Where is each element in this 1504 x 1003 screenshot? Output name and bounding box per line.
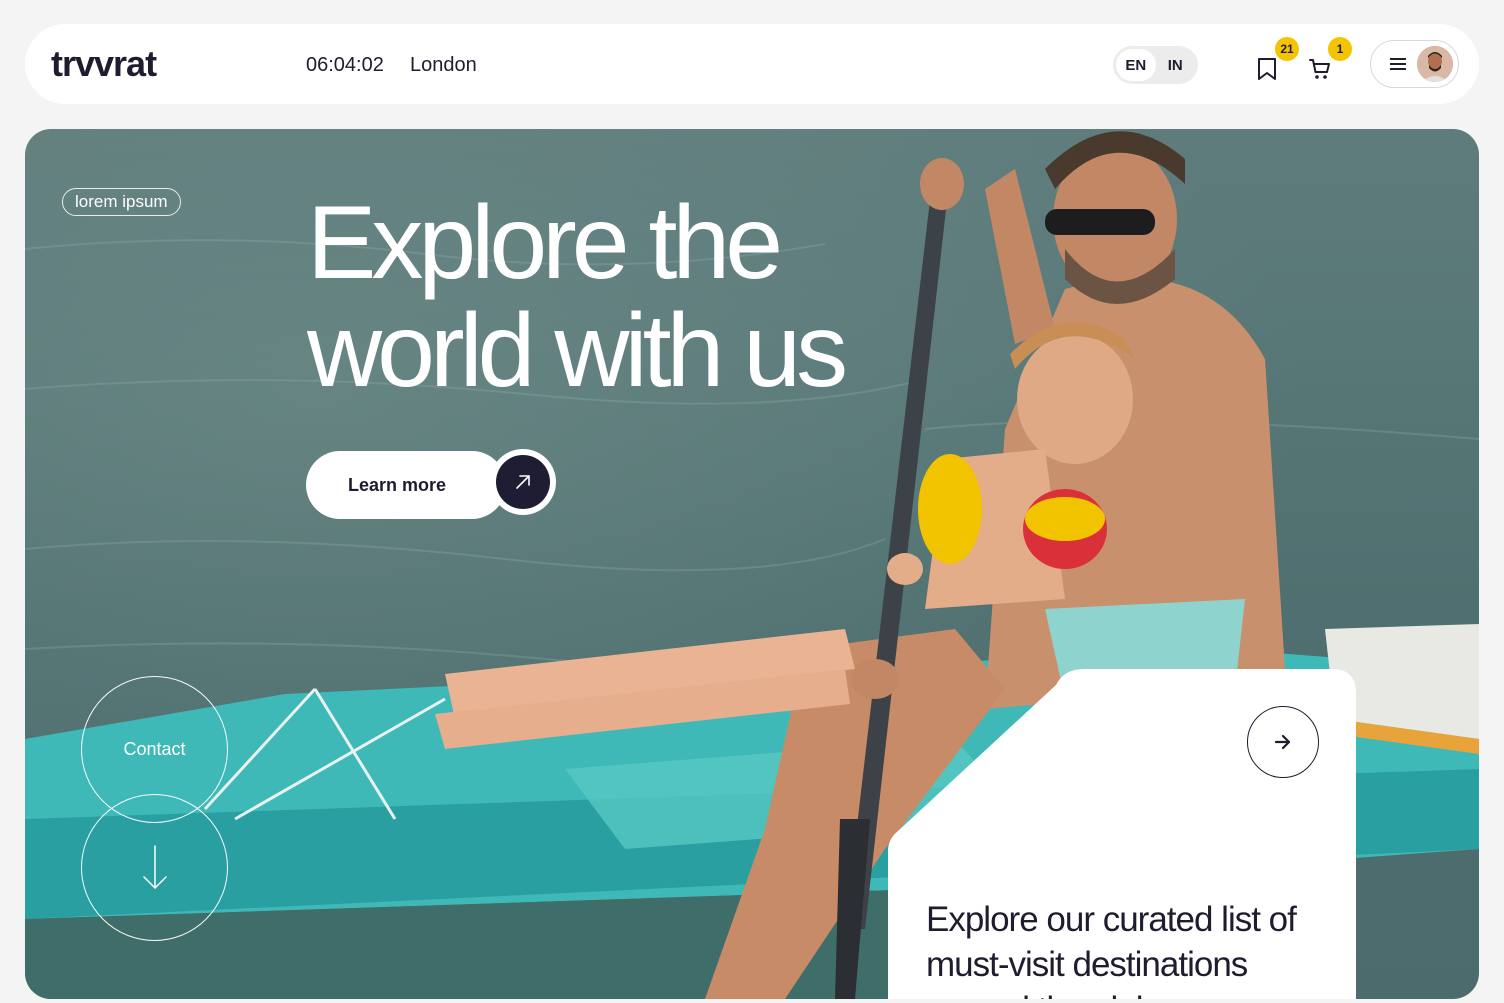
hero-section: lorem ipsum Explore the world with us Le… bbox=[25, 129, 1479, 999]
destinations-card-text: Explore our curated list of must-visit d… bbox=[926, 900, 1297, 999]
local-time: 06:04:02 bbox=[306, 54, 384, 76]
scroll-down-button[interactable] bbox=[81, 794, 228, 941]
hero-headline: Explore the world with us bbox=[307, 185, 848, 409]
location-city[interactable]: London bbox=[410, 53, 477, 77]
user-avatar[interactable] bbox=[1417, 46, 1453, 82]
saved-button[interactable]: 21 bbox=[1247, 37, 1299, 89]
destinations-arrow-button[interactable] bbox=[1247, 706, 1319, 778]
cart-button[interactable]: 1 bbox=[1300, 37, 1352, 89]
menu-button[interactable] bbox=[1370, 40, 1459, 88]
learn-more-button[interactable]: Learn more bbox=[306, 449, 556, 519]
language-option-in[interactable]: IN bbox=[1156, 49, 1196, 81]
arrow-down-icon bbox=[142, 844, 167, 889]
cart-count-badge: 1 bbox=[1328, 37, 1352, 61]
language-switcher: EN IN bbox=[1113, 46, 1198, 84]
destinations-card[interactable]: Explore our curated list of must-visit d… bbox=[888, 669, 1356, 999]
brand-logo[interactable]: trvvrat bbox=[51, 44, 157, 84]
menu-icon bbox=[1390, 58, 1406, 70]
saved-count-badge: 21 bbox=[1275, 37, 1299, 61]
contact-label: Contact bbox=[123, 739, 186, 759]
hero-tag: lorem ipsum bbox=[62, 188, 181, 216]
arrow-right-icon bbox=[1274, 734, 1291, 750]
learn-more-label[interactable]: Learn more bbox=[306, 451, 506, 519]
arrow-up-right-icon bbox=[516, 475, 530, 489]
bookmark-icon bbox=[1258, 58, 1276, 80]
language-option-en[interactable]: EN bbox=[1116, 49, 1156, 81]
top-navigation-bar: trvvrat 06:04:02 London EN IN 21 1 bbox=[25, 24, 1479, 104]
cart-icon bbox=[1309, 59, 1330, 79]
learn-more-arrow-button[interactable] bbox=[490, 449, 556, 515]
